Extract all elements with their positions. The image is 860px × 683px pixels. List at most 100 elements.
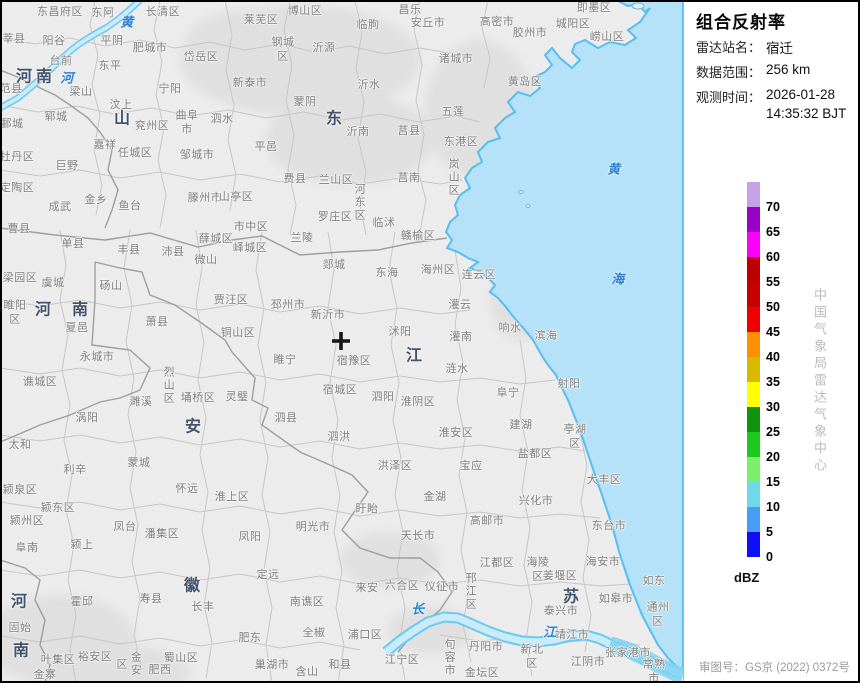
map-label: 宿豫区 [336, 354, 372, 367]
map-label: 郯城 [322, 258, 346, 271]
map-label: 曲阜 市 [175, 109, 199, 136]
map-label: 泗阳 [371, 390, 395, 403]
obs-time-label: 观测时间： [696, 90, 762, 105]
map-label: 崂山区 [589, 30, 625, 43]
map-label: 新沂市 [310, 308, 346, 321]
map-label: 南 [35, 68, 55, 86]
map-label: 淮安区 [438, 426, 474, 439]
map-label: 长 [411, 601, 425, 617]
map-label: 沂南 [346, 125, 370, 138]
map-label: 市中区 [233, 220, 269, 233]
map-label: 来安 [355, 581, 379, 594]
map-label: 沂水 [357, 78, 381, 91]
map-label: 阜宁 [496, 386, 520, 399]
map-label: 兴化市 [518, 494, 554, 507]
map-label: 阳谷 [42, 34, 66, 47]
map-label: 牡丹区 [0, 150, 35, 163]
map-label: 和县 [328, 658, 352, 671]
map-label: 岱岳区 [183, 50, 219, 63]
map-label: 成武 [48, 200, 72, 213]
map-label: 新泰市 [232, 76, 268, 89]
map-label: 嘉祥 [93, 138, 117, 151]
map-label: 宿城区 [322, 383, 358, 396]
map-label: 黄岛区 [507, 75, 543, 88]
map-label: 睢宁 [273, 353, 297, 366]
map-label: 海安市 [585, 555, 621, 568]
map-label: 五莲 [441, 105, 465, 118]
map-label: 涡阳 [75, 411, 99, 424]
colorbar-tick-label: 15 [766, 475, 780, 489]
info-panel: 组合反射率 雷达站名： 宿迁 数据范围： 256 km 观测时间： 2026-0… [683, 0, 860, 683]
map-label: 平邑 [254, 140, 278, 153]
map-label: 江阴市 [570, 655, 606, 668]
map-label: 薛城区 [198, 232, 234, 245]
map-label: 苏 [562, 588, 582, 606]
map-label: 如皋市 [598, 592, 634, 605]
product-title: 组合反射率 [696, 13, 786, 32]
map-label: 莒南 [397, 171, 421, 184]
map-label: 平阴 [100, 34, 124, 47]
colorbar-tick-label: 65 [766, 225, 780, 239]
map-label: 城阳区 [555, 17, 591, 30]
map-label: 阜南 [15, 541, 39, 554]
range-value: 256 km [766, 62, 811, 77]
map-label: 山亭区 [218, 190, 254, 203]
map-label: 丰县 [117, 243, 141, 256]
map-label: 黄 [120, 14, 134, 30]
map-label: 山 [113, 110, 133, 128]
map-label: 凤阳 [238, 530, 262, 543]
map-label: 金湖 [423, 490, 447, 503]
map-label: 东海 [375, 266, 399, 279]
map-label: 台前 [49, 54, 73, 67]
obs-time-clock: 14:35:32 BJT [766, 106, 847, 121]
colorbar-tick-label: 30 [766, 400, 780, 414]
map-label: 通州区 [646, 601, 670, 628]
map-label: 固始 [8, 621, 32, 634]
map-label: 怀远 [175, 482, 199, 495]
map-label: 虞城 [41, 276, 65, 289]
map-label: 盱眙 [355, 502, 379, 515]
map-label: 巨野 [55, 159, 79, 172]
map-label: 定远 [256, 568, 280, 581]
map-label: 六合区 [384, 579, 420, 592]
map-label: 金安区 [115, 651, 142, 677]
map-label: 江 [543, 624, 557, 640]
map-label: 东 [325, 110, 345, 128]
map-label: 建湖 [509, 418, 533, 431]
map-label: 霍邱 [70, 595, 94, 608]
obs-time-date: 2026-01-28 [766, 87, 836, 102]
map-label: 沂源 [312, 41, 336, 54]
map-label: 肥城市 [132, 41, 168, 54]
watermark-cma: 中国气象局雷达气象中心 [812, 288, 827, 475]
map-label: 梁园区 [2, 271, 38, 284]
map-label: 淮阴区 [400, 395, 436, 408]
map-label: 江宁区 [384, 653, 420, 666]
map-label: 微山 [194, 253, 218, 266]
colorbar-tick-label: 60 [766, 250, 780, 264]
colorbar-tick-label: 10 [766, 500, 780, 514]
map-label: 高邮市 [469, 514, 505, 527]
map-label: 裕安区 [77, 650, 113, 663]
map-label: 江 [405, 347, 425, 365]
map-label: 蒙阴 [293, 95, 317, 108]
map-label: 金寨 [33, 668, 57, 681]
map-label: 南谯区 [289, 595, 325, 608]
map-label: 太和 [8, 438, 32, 451]
map-label: 峄城区 [232, 241, 268, 254]
map-label: 利辛 [63, 463, 87, 476]
map-label: 徽 [183, 577, 203, 595]
map-label: 永城市 [79, 350, 115, 363]
map-label: 濉溪 [129, 395, 153, 408]
map-label: 胶州市 [512, 26, 548, 39]
map-label: 姜堰区 [542, 569, 578, 582]
colorbar-tick-label: 5 [766, 525, 773, 539]
map-label: 亭湖 区 [563, 423, 587, 450]
map-label: 夏邑 [65, 321, 89, 334]
map-label: 金乡 [84, 193, 108, 206]
map-label: 仪征市 [424, 580, 460, 593]
map-label: 临朐 [356, 18, 380, 31]
map-label: 丹阳市 [468, 640, 504, 653]
map-area: 东昌府区 东阿 长清区 莱芜区 博山区 昌乐 即墨区 莘县 阳谷 平阴 肥城市 岱岳区 钢城 区临朐 安丘… [0, 0, 683, 683]
map-label: 安丘市 [410, 16, 446, 29]
range-label: 数据范围： [696, 65, 762, 80]
